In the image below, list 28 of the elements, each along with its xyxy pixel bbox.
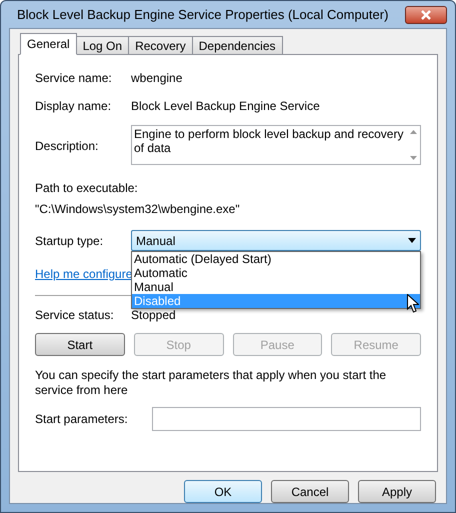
tab[interactable]: Dependencies [192,36,282,55]
dialog-button[interactable]: Cancel [271,480,349,503]
field-value: Block Level Backup Engine Service [131,98,321,115]
service-button[interactable]: Start [35,333,125,356]
field-label: Startup type: [35,232,104,250]
dropdown-option[interactable]: Automatic [132,266,420,280]
help-link[interactable]: Help me configure [35,267,132,281]
dialog-button[interactable]: OK [184,480,262,503]
field-label: Path to executable: [35,180,139,197]
field-label: Service name: [35,70,113,87]
dialog-button[interactable]: Apply [358,480,436,503]
field-label: Description: [35,138,100,155]
tab[interactable]: Recovery [129,36,193,55]
field-label: Display name: [35,98,112,115]
description-text: Engine to perform block level backup and recovery of data [133,126,404,157]
field-label: Start parameters: [35,411,129,428]
start-parameters-note: You can specify the start parameters that apply when you start the service from here [35,368,388,398]
status-value: Stopped [131,307,177,324]
dropdown-option[interactable]: Automatic (Delayed Start) [132,252,420,266]
path-value: "C:\Windows\system32\wbengine.exe" [35,201,241,218]
description-field[interactable]: Engine to perform block level backup and recovery of data [131,125,421,165]
dropdown-option[interactable]: Manual [132,280,420,294]
tab[interactable]: Log On [76,36,130,55]
tab[interactable]: General [20,33,77,55]
field-label: Service status: [35,307,115,324]
startup-type-dropdown[interactable]: Manual [131,230,421,251]
window-title: Block Level Backup Engine Service Properties (Local Computer) [17,6,390,24]
field-value: wbengine [131,70,184,87]
